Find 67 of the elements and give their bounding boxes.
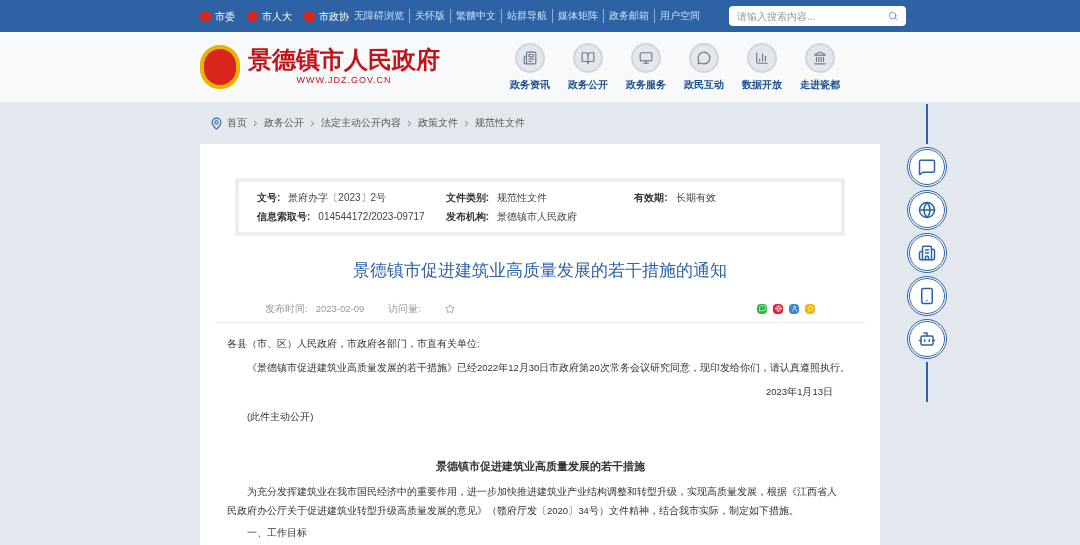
search-icon[interactable] bbox=[888, 11, 898, 21]
breadcrumb-link[interactable]: 规范性文件 bbox=[475, 115, 525, 131]
chevron-icon bbox=[462, 118, 471, 128]
phone-icon[interactable] bbox=[907, 276, 947, 316]
nav-item[interactable]: 政民互动 bbox=[684, 42, 724, 92]
breadcrumb-link[interactable]: 首页 bbox=[227, 115, 247, 131]
meta-value: 长期有效 bbox=[675, 191, 716, 205]
public-note: (此件主动公开) bbox=[246, 409, 315, 424]
site-title: 景德镇市人民政府 bbox=[248, 46, 440, 75]
top-link[interactable]: 站群导航 bbox=[501, 8, 552, 24]
article-title: 景德镇市促进建筑业高质量发展的若干措施的通知 bbox=[352, 260, 728, 282]
org-link[interactable]: 市委 bbox=[200, 8, 235, 24]
top-link[interactable]: 繁體中文 bbox=[450, 8, 501, 24]
meta-label: 文号: bbox=[257, 191, 281, 205]
meta-value: 景德镇市人民政府 bbox=[497, 210, 577, 224]
publish-label: 发布时间: bbox=[265, 301, 308, 316]
emblem-icon bbox=[304, 10, 315, 22]
user-icon[interactable] bbox=[789, 303, 799, 314]
breadcrumb-link[interactable]: 政策文件 bbox=[418, 115, 458, 131]
meta-label: 信息索取号: bbox=[257, 210, 311, 224]
chevron-icon bbox=[251, 118, 260, 128]
nav-item[interactable]: 政务资讯 bbox=[510, 42, 550, 92]
top-link[interactable]: 无障碍浏览 bbox=[349, 8, 409, 24]
nav-item[interactable]: 走进瓷都 bbox=[800, 42, 840, 92]
top-link[interactable]: 关怀版 bbox=[409, 8, 450, 24]
meta-label: 有效期: bbox=[634, 191, 668, 205]
site-url: WWW.JDZ.GOV.CN bbox=[296, 74, 392, 88]
publish-date: 2023-02-09 bbox=[315, 301, 365, 316]
emblem-icon bbox=[247, 10, 258, 22]
meta-value: 014544172/2023-09717 bbox=[318, 210, 425, 224]
top-link[interactable]: 政务邮箱 bbox=[603, 8, 654, 24]
chevron-icon bbox=[405, 118, 414, 128]
breadcrumb-link[interactable]: 法定主动公开内容 bbox=[321, 115, 401, 131]
top-link[interactable]: 媒体矩阵 bbox=[552, 8, 603, 24]
monitor-icon bbox=[631, 42, 661, 73]
meta-value: 规范性文件 bbox=[497, 191, 547, 205]
signature-date: 2023年1月13日 bbox=[765, 385, 834, 400]
building-icon[interactable] bbox=[907, 233, 947, 273]
bar-chart-icon bbox=[747, 42, 777, 73]
views-label: 访问量: bbox=[388, 301, 421, 316]
meta-label: 发布机构: bbox=[445, 210, 489, 224]
search-field[interactable]: 请输入搜索内容... bbox=[729, 6, 906, 26]
robot-icon[interactable] bbox=[907, 319, 947, 359]
org-link[interactable]: 市政协 bbox=[304, 8, 349, 24]
chat-icon[interactable] bbox=[907, 147, 947, 187]
body-paragraph: 《景德镇市促进建筑业高质量发展的若干措施》已经2022年12月30日市政府第20次常务会议研究同意，现印发给你们，请认真遵照执行。 bbox=[246, 361, 851, 375]
intro-paragraph: 为充分发挥建筑业在我市国民经济中的重要作用，进一步加快推进建筑业产业结构调整和转型升级，实现高质量发展，根据《江西省人民政府办公厅关于促进建筑业转型升级高质量发展的意见》（赣府厅发〔2020〕34号）文件精神，结合我市实际，制定如下措施。 bbox=[227, 485, 838, 519]
chat-icon bbox=[689, 42, 719, 73]
nav-item[interactable]: 政务公开 bbox=[568, 42, 608, 92]
landmark-icon bbox=[805, 42, 835, 73]
org-link[interactable]: 市人大 bbox=[247, 8, 292, 24]
nav-item[interactable]: 政务服务 bbox=[626, 42, 666, 92]
star-icon[interactable] bbox=[805, 303, 815, 314]
book-icon bbox=[573, 42, 603, 73]
breadcrumb-link[interactable]: 政务公开 bbox=[264, 115, 304, 131]
nav-item[interactable]: 数据开放 bbox=[742, 42, 782, 92]
section-heading: 景德镇市促进建筑业高质量发展的若干措施 bbox=[434, 458, 646, 474]
top-link[interactable]: 用户空间 bbox=[654, 8, 705, 24]
emblem-icon bbox=[200, 10, 211, 22]
meta-label: 文件类别: bbox=[445, 191, 489, 205]
national-emblem-icon bbox=[200, 45, 240, 89]
location-icon bbox=[210, 116, 223, 130]
subsection-heading: 一、工作目标 bbox=[246, 526, 308, 541]
meta-value: 景府办字〔2023〕2号 bbox=[288, 191, 387, 205]
salutation: 各县（市、区）人民政府，市政府各部门，市直有关单位: bbox=[227, 336, 481, 351]
newspaper-icon bbox=[515, 42, 545, 73]
chevron-icon bbox=[308, 118, 317, 128]
